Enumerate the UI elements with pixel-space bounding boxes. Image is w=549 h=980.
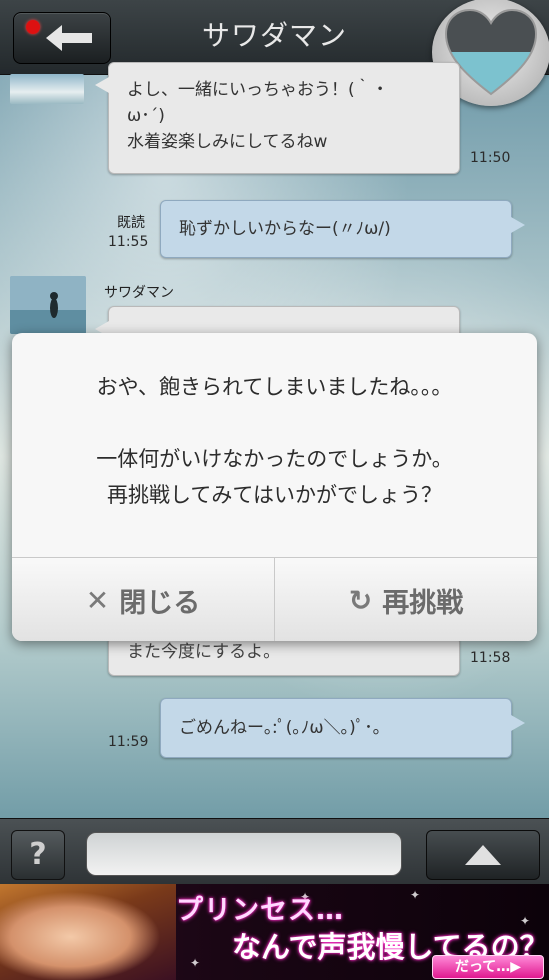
refresh-icon: ↻ <box>348 583 373 617</box>
close-icon: ✕ <box>85 583 110 617</box>
message-text: また今度にするよ。 <box>127 642 281 662</box>
message-time: 11:50 <box>470 150 511 166</box>
avatar[interactable] <box>10 74 84 104</box>
ad-cta-button[interactable]: だって…▶ <box>432 955 544 979</box>
message-bubble-outgoing: 恥ずかしいからなー(〃ﾉω/) <box>160 200 525 258</box>
message-time: 11:59 <box>108 734 149 750</box>
message-bubble-outgoing: ごめんねー｡:ﾟ(｡ﾉω＼｡)ﾟ･｡ <box>160 698 525 758</box>
message-line: ω･´) <box>127 106 165 126</box>
retry-button[interactable]: ↻ 再挑戦 <box>274 558 537 641</box>
close-button-label: 閉じる <box>119 587 201 619</box>
surfer-photo <box>10 276 86 334</box>
dialog-line: おや、飽きられてしまいましたね。。。 <box>96 375 453 399</box>
sparkle-icon: ✦ <box>190 956 201 970</box>
close-button[interactable]: ✕ 閉じる <box>12 558 274 641</box>
sparkle-icon: ✦ <box>410 888 421 902</box>
message-line: よし、一緒にいっちゃおう！(｀・ <box>127 80 389 100</box>
help-button[interactable]: ? <box>11 830 65 880</box>
dialog-buttons: ✕ 閉じる ↻ 再挑戦 <box>12 557 537 641</box>
message-bubble-incoming: また今度にするよ。 <box>108 636 460 676</box>
message-input[interactable] <box>86 832 402 876</box>
alert-dialog: おや、飽きられてしまいましたね。。。 一体何がいけなかったのでしょうか。 再挑戦… <box>12 333 537 641</box>
message-time: 11:58 <box>470 650 511 666</box>
dialog-line: 一体何がいけなかったのでしょうか。 <box>96 447 453 471</box>
ad-character-art <box>0 884 176 980</box>
message-text: 恥ずかしいからなー(〃ﾉω/) <box>179 219 391 239</box>
dialog-line: 再挑戦してみてはいかがでしょう？ <box>107 483 442 507</box>
read-receipt: 既読 <box>117 215 145 231</box>
dialog-message: おや、飽きられてしまいましたね。。。 一体何がいけなかったのでしょうか。 再挑戦… <box>12 369 537 513</box>
message-text: ごめんねー｡:ﾟ(｡ﾉω＼｡)ﾟ･｡ <box>179 718 382 738</box>
message-line: 水着姿楽しみにしてるねw <box>127 132 328 152</box>
retry-button-label: 再挑戦 <box>382 587 464 619</box>
ad-headline: プリンセス… <box>176 895 344 926</box>
dialog-line <box>12 405 537 441</box>
up-arrow-icon <box>465 845 501 865</box>
input-bar: ? <box>0 818 549 885</box>
sender-name: サワダマン <box>104 285 174 301</box>
avatar[interactable] <box>10 276 86 334</box>
message-bubble-incoming: よし、一緒にいっちゃおう！(｀・ ω･´) 水着姿楽しみにしてるねw <box>95 62 460 174</box>
ad-banner[interactable]: ✦ ✦ ✦ ✦ プリンセス… なんで声我慢してるの？ だって…▶ <box>0 884 549 980</box>
send-button[interactable] <box>426 830 540 880</box>
message-time: 11:55 <box>108 234 149 250</box>
